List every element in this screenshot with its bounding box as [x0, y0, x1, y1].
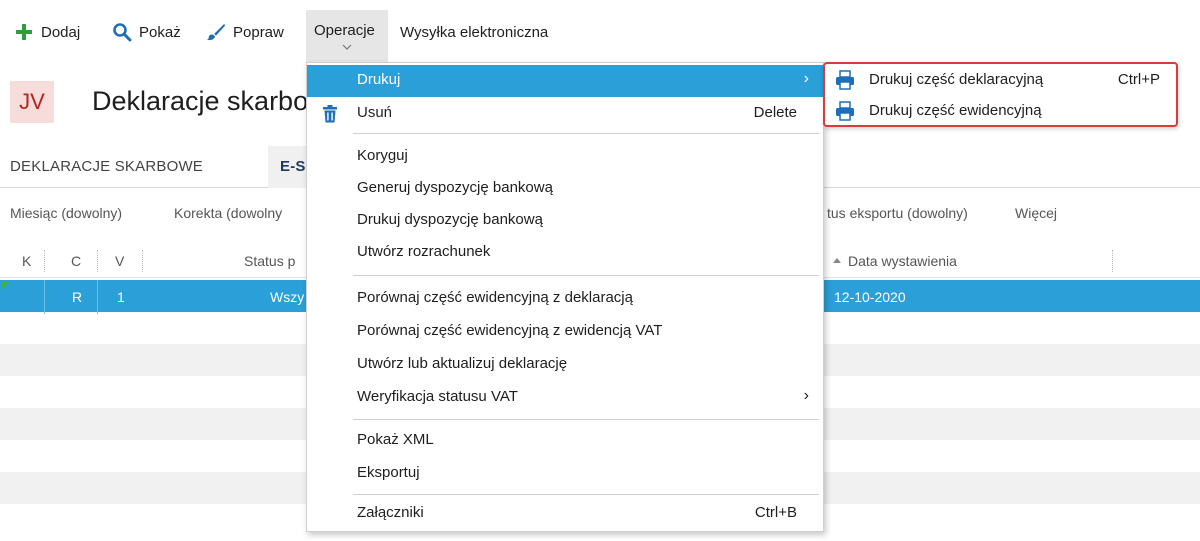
submenu-item-print-records-label: Drukuj część ewidencyjną — [869, 102, 1042, 119]
menu-item-generate-bank-order-label: Generuj dyspozycję bankową — [357, 179, 553, 196]
sort-ascending-icon — [833, 258, 841, 263]
operations-menu-button[interactable]: Operacje — [306, 10, 388, 62]
menu-item-correct-label: Koryguj — [357, 147, 408, 164]
menu-item-verify-vat-status[interactable]: Weryfikacja statusu VAT › — [307, 382, 823, 414]
show-button-label: Pokaż — [139, 23, 181, 41]
submenu-item-print-declaration[interactable]: Drukuj część deklaracyjną Ctrl+P — [825, 66, 1176, 94]
menu-item-print-bank-order[interactable]: Drukuj dyspozycję bankową — [307, 205, 823, 237]
menu-item-show-xml-label: Pokaż XML — [357, 431, 434, 448]
cell-c: R — [72, 289, 83, 305]
add-button[interactable]: Dodaj — [14, 18, 80, 46]
menu-separator — [353, 494, 819, 495]
column-header-date[interactable]: Data wystawienia — [848, 253, 957, 269]
column-header-c[interactable]: C — [71, 253, 81, 269]
tab-e-sprawozdania[interactable]: E-S — [280, 158, 306, 175]
menu-item-delete-label: Usuń — [357, 104, 393, 121]
menu-item-compare-vat-label: Porównaj część ewidencyjną z ewidencją V… — [357, 322, 663, 339]
printer-icon — [836, 101, 854, 121]
column-separator — [142, 250, 143, 272]
operations-dropdown-menu: Drukuj › Usuń Delete Koryguj Generuj dys… — [306, 62, 824, 532]
plus-icon — [14, 22, 34, 42]
edit-button[interactable]: Popraw — [206, 18, 284, 46]
column-header-k[interactable]: K — [22, 253, 31, 269]
filter-month[interactable]: Miesiąc (dowolny) — [10, 205, 122, 221]
menu-item-delete[interactable]: Usuń Delete — [307, 98, 823, 130]
menu-item-compare-vat[interactable]: Porównaj część ewidencyjną z ewidencją V… — [307, 316, 823, 348]
printer-icon — [836, 70, 854, 90]
esend-button-label: Wysyłka elektroniczna — [400, 23, 549, 41]
menu-item-attachments-shortcut: Ctrl+B — [754, 504, 797, 521]
filter-more[interactable]: Więcej — [1015, 205, 1057, 221]
chevron-down-icon — [342, 44, 352, 50]
menu-item-print[interactable]: Drukuj › — [307, 65, 823, 97]
chevron-right-icon: › — [803, 70, 809, 87]
menu-item-create-settlement[interactable]: Utwórz rozrachunek — [307, 237, 823, 269]
filter-export-status[interactable]: tus eksportu (dowolny) — [827, 205, 968, 221]
menu-item-create-update-declaration[interactable]: Utwórz lub aktualizuj deklarację — [307, 349, 823, 381]
trash-icon — [323, 105, 337, 123]
show-button[interactable]: Pokaż — [112, 18, 181, 46]
menu-item-verify-vat-status-label: Weryfikacja statusu VAT — [357, 388, 518, 405]
menu-item-print-bank-order-label: Drukuj dyspozycję bankową — [357, 211, 543, 228]
submenu-item-print-declaration-label: Drukuj część deklaracyjną — [869, 71, 1044, 88]
menu-separator — [353, 419, 819, 420]
column-separator — [97, 250, 98, 272]
menu-item-create-settlement-label: Utwórz rozrachunek — [357, 243, 491, 260]
menu-item-compare-declaration[interactable]: Porównaj część ewidencyjną z deklaracją — [307, 283, 823, 315]
column-header-v[interactable]: V — [115, 253, 124, 269]
menu-item-attachments[interactable]: Załączniki Ctrl+B — [307, 498, 823, 530]
chevron-right-icon: › — [803, 387, 809, 404]
add-button-label: Dodaj — [41, 23, 81, 41]
menu-item-delete-shortcut: Delete — [753, 104, 797, 121]
print-submenu: Drukuj część deklaracyjną Ctrl+P Drukuj … — [823, 62, 1178, 127]
esend-button[interactable]: Wysyłka elektroniczna — [400, 18, 548, 46]
filter-correction[interactable]: Korekta (dowolny — [174, 205, 282, 221]
search-icon — [112, 22, 132, 42]
module-badge: JV — [10, 81, 54, 123]
cell-v: 1 — [117, 289, 125, 305]
page-title: Deklaracje skarbo — [92, 86, 309, 116]
menu-separator — [353, 275, 819, 276]
brush-icon — [206, 22, 226, 42]
cell-separator — [44, 280, 45, 314]
menu-item-export[interactable]: Eksportuj — [307, 458, 823, 490]
column-header-status[interactable]: Status p — [244, 253, 295, 269]
menu-item-show-xml[interactable]: Pokaż XML — [307, 425, 823, 457]
cell-status: Wszy — [270, 289, 305, 305]
submenu-item-print-records[interactable]: Drukuj część ewidencyjną — [825, 97, 1176, 125]
row-indicator-icon — [2, 281, 10, 289]
menu-separator — [353, 133, 819, 134]
menu-item-correct[interactable]: Koryguj — [307, 141, 823, 173]
menu-item-create-update-declaration-label: Utwórz lub aktualizuj deklarację — [357, 355, 568, 372]
cell-date: 12-10-2020 — [834, 289, 906, 305]
toolbar: Dodaj Pokaż Popraw Operacje Wysyłka elek… — [0, 0, 1200, 62]
submenu-item-print-declaration-shortcut: Ctrl+P — [1117, 71, 1160, 88]
menu-item-attachments-label: Załączniki — [357, 504, 424, 521]
operations-label: Operacje — [314, 22, 375, 39]
menu-item-compare-declaration-label: Porównaj część ewidencyjną z deklaracją — [357, 289, 633, 306]
tab-deklaracje-skarbowe[interactable]: DEKLARACJE SKARBOWE — [10, 158, 203, 175]
menu-item-print-label: Drukuj — [357, 71, 401, 88]
edit-button-label: Popraw — [233, 23, 284, 41]
menu-item-generate-bank-order[interactable]: Generuj dyspozycję bankową — [307, 173, 823, 205]
menu-item-export-label: Eksportuj — [357, 464, 420, 481]
cell-separator — [97, 280, 98, 314]
column-separator — [44, 250, 45, 272]
column-separator — [1112, 250, 1113, 272]
